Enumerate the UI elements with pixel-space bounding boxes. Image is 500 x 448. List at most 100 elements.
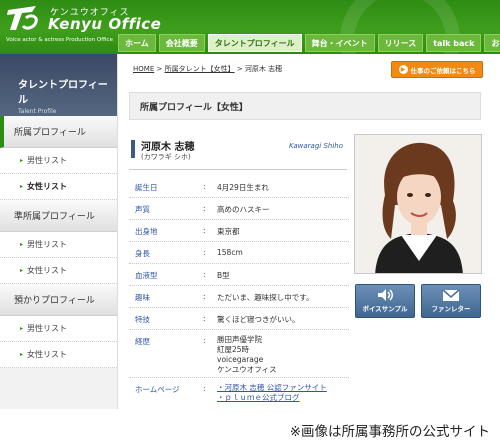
profile-colon: : <box>203 226 206 235</box>
profile-colon: : <box>203 270 206 279</box>
profile-row-hometown: 出身地: 東京都 <box>129 220 349 242</box>
career-item: 紅屋25時 <box>217 345 250 354</box>
career-item: 勝田声優学院 <box>217 335 262 344</box>
talent-name-english: Kawaragi Shiho <box>289 142 343 150</box>
profile-key: 特技 <box>135 315 150 324</box>
profile-value: B型 <box>217 271 230 280</box>
profile-key: 声質 <box>135 205 150 214</box>
profile-value: 東京都 <box>217 227 240 236</box>
sidebar-section-affiliated[interactable]: 所属プロフィール <box>0 116 117 148</box>
sidebar-item-label: 女性リスト <box>27 350 68 359</box>
sidebar-item-male-list[interactable]: ▸ 男性リスト <box>0 316 117 342</box>
career-list: 勝田声優学院 紅屋25時 voicegarage ケンユウオフィス <box>217 335 277 375</box>
profile-value: ただいま、趣味探し中です。 <box>217 293 314 302</box>
profile-value: 高めのハスキー <box>217 205 270 214</box>
image-caption: ※画像は所属事務所の公式サイト <box>0 410 500 448</box>
talent-name: 河原木 志穂 <box>141 142 195 153</box>
profile-row-birthday: 誕生日: 4月29日生まれ <box>129 176 349 198</box>
work-request-label: 仕事のご依頼はこちら <box>410 66 476 75</box>
profile-value: 驚くほど寝つきがいい。 <box>217 315 300 324</box>
nav-release[interactable]: リリース <box>377 34 424 52</box>
profile-colon: : <box>203 248 206 257</box>
nav-home[interactable]: ホーム <box>118 34 156 52</box>
bullet-icon: ▸ <box>20 325 24 332</box>
profile-row-blood-type: 血液型: B型 <box>129 264 349 286</box>
profile-key: 身長 <box>135 249 150 258</box>
name-accent-bar <box>131 140 135 158</box>
speaker-icon <box>378 289 393 301</box>
nav-contact[interactable]: お問い合わせ <box>484 34 500 52</box>
sidebar-item-label: 女性リスト <box>27 182 68 191</box>
profile-row-hobby: 趣味: ただいま、趣味探し中です。 <box>129 286 349 308</box>
breadcrumb: HOME > 所属タレント【女性】 > 河原木 志穂 <box>133 64 282 74</box>
voice-sample-button[interactable]: ボイスサンプル <box>355 284 415 318</box>
bullet-icon: ▸ <box>20 351 24 358</box>
sidebar-section-semi-affiliated[interactable]: 準所属プロフィール <box>0 200 117 232</box>
breadcrumb-home[interactable]: HOME <box>133 65 154 73</box>
profile-table: 誕生日: 4月29日生まれ 声質: 高めのハスキー 出身地: 東京都 身長: 158cm… <box>129 176 349 404</box>
breadcrumb-separator: > <box>156 65 163 73</box>
arrow-right-icon: ▶ <box>398 65 408 74</box>
profile-row-skill: 特技: 驚くほど寝つきがいい。 <box>129 308 349 330</box>
profile-colon: : <box>203 336 206 345</box>
bullet-icon: ▸ <box>20 157 24 164</box>
logo-mark-icon[interactable] <box>6 4 40 32</box>
voice-sample-label: ボイスサンプル <box>362 305 408 313</box>
breadcrumb-category[interactable]: 所属タレント【女性】 <box>165 65 235 73</box>
profile-row-homepage: ホームページ : ・河原木 志穂 公認ファンサイト ・ｐｌｕｍｅ公式ブログ <box>129 378 349 404</box>
blog-link[interactable]: ・ｐｌｕｍｅ公式ブログ <box>217 393 327 403</box>
profile-value: 4月29日生まれ <box>217 183 269 192</box>
logo-subtitle: Voice actor & actress Production Office <box>6 37 113 43</box>
bullet-icon: ▸ <box>20 241 24 248</box>
bullet-icon: ▸ <box>20 183 24 190</box>
nav-company[interactable]: 会社概要 <box>158 34 205 52</box>
nav-talent-profile[interactable]: タレントプロフィール <box>207 34 302 52</box>
sidebar-item-label: 男性リスト <box>27 324 68 333</box>
profile-key: 経歴 <box>135 337 150 346</box>
sidebar-item-label: 男性リスト <box>27 156 68 165</box>
profile-row-career: 経歴 : 勝田声優学院 紅屋25時 voicegarage ケンユウオフィス <box>129 330 349 378</box>
talent-photo <box>354 134 482 274</box>
nav-talk-back[interactable]: talk back <box>426 34 482 52</box>
section-title: 所属プロフィール【女性】 <box>129 92 481 120</box>
sidebar-item-male-list[interactable]: ▸ 男性リスト <box>0 232 117 258</box>
fansite-link[interactable]: ・河原木 志穂 公認ファンサイト <box>217 383 327 393</box>
main-nav: ホーム 会社概要 タレントプロフィール 舞台・イベント リリース talk ba… <box>118 34 500 52</box>
profile-colon: : <box>203 204 206 213</box>
sidebar-subtitle: Talent Profile <box>18 108 57 115</box>
career-item: voicegarage <box>217 355 264 364</box>
fan-letter-button[interactable]: ファンレター <box>421 284 481 318</box>
sidebar-item-male-list[interactable]: ▸ 男性リスト <box>0 148 117 174</box>
talent-name-kana: (カワラギ シホ) <box>141 153 191 161</box>
profile-value: 158cm <box>217 248 243 257</box>
caption-text: ※画像は所属事務所の公式サイト <box>289 424 490 440</box>
fan-letter-label: ファンレター <box>431 305 471 313</box>
sidebar: タレントプロフィール Talent Profile 所属プロフィール ▸ 男性リス… <box>0 54 118 409</box>
profile-colon: : <box>203 384 206 393</box>
logo-name[interactable]: Kenyu Office <box>48 15 161 33</box>
work-request-button[interactable]: ▶ 仕事のご依頼はこちら <box>391 61 483 78</box>
homepage-links: ・河原木 志穂 公認ファンサイト ・ｐｌｕｍｅ公式ブログ <box>217 383 327 403</box>
sidebar-section-reserved[interactable]: 預かりプロフィール <box>0 284 117 316</box>
talent-portrait-image <box>355 135 481 273</box>
sidebar-title: タレントプロフィール <box>18 80 108 106</box>
profile-key: 趣味 <box>135 293 150 302</box>
sidebar-item-female-list[interactable]: ▸ 女性リスト <box>0 174 117 200</box>
career-item: ケンユウオフィス <box>217 365 277 374</box>
sidebar-item-label: 男性リスト <box>27 240 68 249</box>
profile-key: 誕生日 <box>135 183 158 192</box>
profile-colon: : <box>203 314 206 323</box>
main-content: HOME > 所属タレント【女性】 > 河原木 志穂 ▶ 仕事のご依頼はこちら … <box>125 54 500 409</box>
sidebar-item-female-list[interactable]: ▸ 女性リスト <box>0 342 117 368</box>
nav-stage-event[interactable]: 舞台・イベント <box>304 34 375 52</box>
profile-key: ホームページ <box>135 385 180 394</box>
sidebar-item-female-list[interactable]: ▸ 女性リスト <box>0 258 117 284</box>
talent-name-block: 河原木 志穂 (カワラギ シホ) Kawaragi Shiho <box>129 134 347 170</box>
envelope-icon <box>442 289 460 301</box>
profile-colon: : <box>203 292 206 301</box>
bullet-icon: ▸ <box>20 267 24 274</box>
breadcrumb-separator: > <box>236 65 243 73</box>
profile-key: 出身地 <box>135 227 158 236</box>
profile-key: 血液型 <box>135 271 158 280</box>
breadcrumb-current: 河原木 志穂 <box>244 65 283 73</box>
